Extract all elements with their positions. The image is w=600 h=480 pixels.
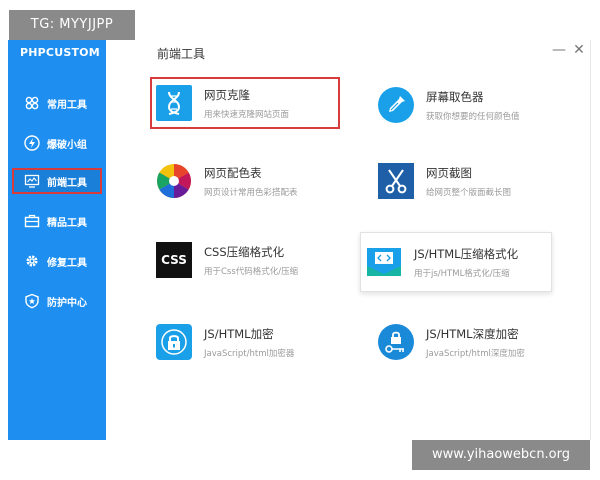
tool-name: JS/HTML加密 (204, 326, 274, 341)
key-lock-icon (378, 324, 414, 360)
code-envelope-icon (366, 244, 402, 280)
tool-js-html-deep-encrypt[interactable]: JS/HTML深度加密 JavaScript/html深度加密 (372, 316, 562, 368)
tool-css-format[interactable]: CSS CSS压缩格式化 用于Css代码格式化/压缩 (150, 234, 340, 286)
eyedropper-icon (378, 87, 414, 123)
tool-web-screenshot[interactable]: 网页截图 给网页整个版面截长图 (372, 155, 562, 207)
tool-name: 网页截图 (426, 165, 472, 180)
sidebar-item-label: 精品工具 (47, 217, 87, 229)
lightning-icon (24, 135, 40, 151)
tool-name: 网页配色表 (204, 165, 262, 180)
tool-name: CSS压缩格式化 (204, 244, 285, 259)
sidebar-item-frontend-tools[interactable]: 前端工具 (12, 168, 102, 194)
css-icon: CSS (156, 242, 192, 278)
sidebar-item-premium-tools[interactable]: 精品工具 (12, 208, 102, 234)
puzzle-icon (24, 95, 40, 111)
tool-web-color-table[interactable]: 网页配色表 网页设计常用色彩搭配表 (150, 155, 340, 207)
scissors-icon (378, 163, 414, 199)
sidebar: PHPCUSTOM 常用工具 爆破小组 前端工具 精品工具 修复工具 防护中心 (8, 40, 106, 440)
sidebar-item-label: 修复工具 (47, 257, 87, 269)
brand-logo: PHPCUSTOM (20, 46, 100, 59)
shield-icon (24, 293, 40, 309)
page-title: 前端工具 (157, 47, 206, 61)
sidebar-item-label: 防护中心 (47, 297, 87, 309)
sidebar-item-common-tools[interactable]: 常用工具 (12, 90, 102, 116)
sidebar-item-protection-center[interactable]: 防护中心 (12, 288, 102, 314)
sidebar-item-label: 常用工具 (47, 99, 87, 111)
tool-description: JavaScript/html深度加密 (426, 348, 525, 359)
sidebar-item-repair-tools[interactable]: 修复工具 (12, 248, 102, 274)
tool-name: 网页克隆 (204, 87, 250, 102)
tool-name: JS/HTML深度加密 (426, 326, 519, 341)
tool-web-clone[interactable]: 网页克隆 用来快速克隆网站页面 (150, 77, 340, 129)
monitor-icon (24, 173, 40, 189)
sidebar-item-crack-group[interactable]: 爆破小组 (12, 130, 102, 156)
tool-description: 给网页整个版面截长图 (426, 187, 512, 198)
tool-name: 屏幕取色器 (426, 89, 484, 104)
tool-name: JS/HTML压缩格式化 (414, 246, 519, 261)
app-window: PHPCUSTOM 常用工具 爆破小组 前端工具 精品工具 修复工具 防护中心 … (8, 40, 591, 440)
tool-description: 获取你想要的任何颜色值 (426, 111, 520, 122)
tool-description: JavaScript/html加密器 (204, 348, 295, 359)
color-wheel-icon (156, 163, 192, 199)
toolbox-icon (24, 213, 40, 229)
minimize-button[interactable]: — (551, 42, 567, 58)
tool-js-html-encrypt[interactable]: JS/HTML加密 JavaScript/html加密器 (150, 316, 340, 368)
dna-icon (156, 85, 192, 121)
watermark-bottom: www.yihaowebcn.org (412, 440, 590, 470)
sidebar-item-label: 前端工具 (47, 177, 87, 189)
tool-description: 用于Css代码格式化/压缩 (204, 266, 299, 277)
watermark-top: TG: MYYJJPP (9, 10, 135, 40)
tool-description: 用来快速克隆网站页面 (204, 109, 290, 120)
close-button[interactable]: ✕ (571, 42, 587, 58)
tool-js-html-format[interactable]: JS/HTML压缩格式化 用于js/HTML格式化/压缩 (360, 232, 552, 292)
sidebar-item-label: 爆破小组 (47, 139, 87, 151)
tool-screen-color-picker[interactable]: 屏幕取色器 获取你想要的任何颜色值 (372, 79, 562, 131)
lock-icon (156, 324, 192, 360)
tool-description: 用于js/HTML格式化/压缩 (414, 268, 510, 279)
tool-description: 网页设计常用色彩搭配表 (204, 187, 298, 198)
gear-icon (24, 253, 40, 269)
